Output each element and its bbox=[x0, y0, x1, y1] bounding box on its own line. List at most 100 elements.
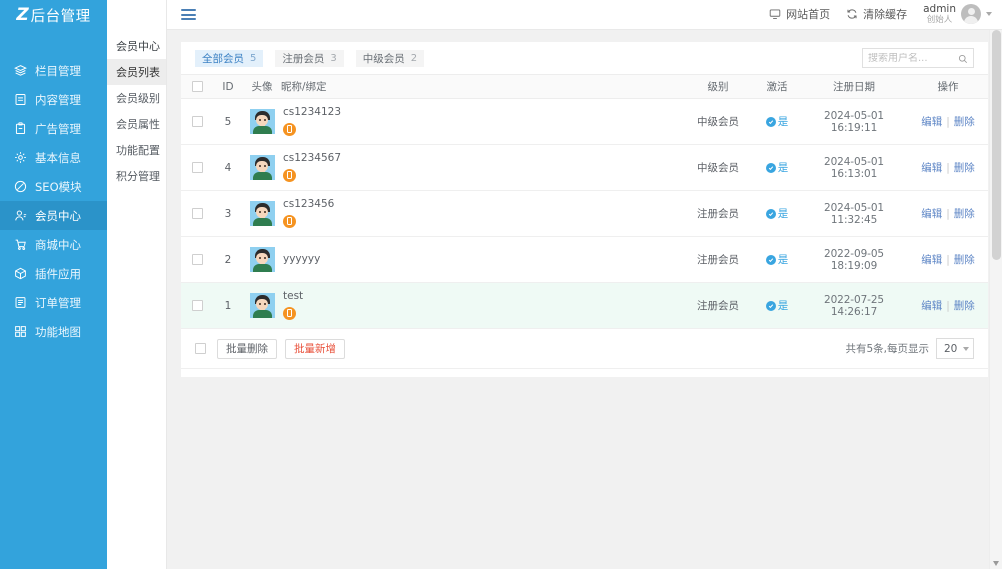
list-icon bbox=[14, 296, 27, 309]
cart-icon bbox=[14, 238, 27, 251]
user-icon bbox=[14, 209, 27, 222]
row-name-cell: cs1234123 bbox=[281, 99, 682, 145]
row-active-label: 是 bbox=[778, 114, 789, 129]
row-select-cell bbox=[181, 283, 213, 329]
row-checkbox[interactable] bbox=[192, 116, 203, 127]
operation-separator: | bbox=[946, 208, 950, 220]
sidebar-item-seo[interactable]: SEO模块 bbox=[0, 172, 107, 201]
site-home-link[interactable]: 网站首页 bbox=[769, 6, 830, 22]
sidebar-item-content[interactable]: 内容管理 bbox=[0, 85, 107, 114]
table-row: 2 yyyyyy 注册会员 是 bbox=[181, 237, 988, 283]
sidebar-item-plugins[interactable]: 插件应用 bbox=[0, 259, 107, 288]
row-name-cell: test bbox=[281, 283, 682, 329]
footer-select-all-checkbox[interactable] bbox=[195, 343, 206, 354]
table-row: 1 test 注册会员 bbox=[181, 283, 988, 329]
row-level: 注册会员 bbox=[682, 191, 754, 237]
user-menu[interactable]: admin 创始人 bbox=[923, 4, 992, 25]
tab-all-members[interactable]: 全部会员 5 bbox=[195, 50, 263, 67]
search-icon[interactable] bbox=[958, 49, 968, 68]
row-checkbox[interactable] bbox=[192, 254, 203, 265]
batch-delete-button[interactable]: 批量删除 bbox=[217, 339, 277, 359]
delete-link[interactable]: 删除 bbox=[954, 116, 975, 128]
row-select-cell bbox=[181, 191, 213, 237]
scroll-down-arrow-icon[interactable] bbox=[993, 561, 999, 566]
brand-logo[interactable]: Z 后台管理 bbox=[0, 0, 107, 30]
submenu-item-points-management[interactable]: 积分管理 bbox=[107, 163, 166, 189]
submenu-item-member-attributes[interactable]: 会员属性 bbox=[107, 111, 166, 137]
top-bar-actions: 网站首页 清除缓存 admin 创始人 bbox=[769, 4, 992, 25]
row-username: test bbox=[283, 290, 682, 303]
sidebar-item-label: 功能地图 bbox=[35, 324, 81, 340]
clear-cache-button[interactable]: 清除缓存 bbox=[846, 6, 907, 22]
row-active-label: 是 bbox=[778, 206, 789, 221]
row-checkbox[interactable] bbox=[192, 208, 203, 219]
table-row: 5 cs1234123 中级会员 bbox=[181, 99, 988, 145]
members-table: ID 头像 昵称/绑定 级别 激活 注册日期 操作 5 bbox=[181, 74, 988, 329]
tab-intermediate-members[interactable]: 中级会员 2 bbox=[356, 50, 424, 67]
row-level: 注册会员 bbox=[682, 283, 754, 329]
row-id: 4 bbox=[213, 145, 243, 191]
row-date: 2024-05-01 16:13:01 bbox=[824, 156, 884, 180]
search-input[interactable] bbox=[868, 53, 958, 64]
cube-icon bbox=[14, 267, 27, 280]
user-avatar bbox=[250, 293, 275, 318]
submenu-item-feature-config[interactable]: 功能配置 bbox=[107, 137, 166, 163]
sidebar-item-shop[interactable]: 商城中心 bbox=[0, 230, 107, 259]
table-head: ID 头像 昵称/绑定 级别 激活 注册日期 操作 bbox=[181, 75, 988, 99]
edit-link[interactable]: 编辑 bbox=[921, 116, 942, 128]
edit-link[interactable]: 编辑 bbox=[921, 300, 942, 312]
row-username: cs1234123 bbox=[283, 106, 682, 119]
table-row: 4 cs1234567 中级会员 bbox=[181, 145, 988, 191]
row-username: cs1234567 bbox=[283, 152, 682, 165]
submenu-item-member-list[interactable]: 会员列表 bbox=[107, 59, 166, 85]
tab-label: 中级会员 bbox=[363, 51, 405, 66]
tab-registered-members[interactable]: 注册会员 3 bbox=[275, 50, 343, 67]
header-id: ID bbox=[213, 75, 243, 99]
sidebar-item-columns[interactable]: 栏目管理 bbox=[0, 56, 107, 85]
vertical-scrollbar[interactable] bbox=[989, 30, 1002, 569]
delete-link[interactable]: 删除 bbox=[954, 300, 975, 312]
batch-add-button[interactable]: 批量新增 bbox=[285, 339, 345, 359]
scrollbar-thumb[interactable] bbox=[992, 30, 1001, 260]
sidebar-item-orders[interactable]: 订单管理 bbox=[0, 288, 107, 317]
search-box[interactable] bbox=[862, 48, 974, 68]
sidebar-item-ads[interactable]: 广告管理 bbox=[0, 114, 107, 143]
row-id: 3 bbox=[213, 191, 243, 237]
delete-link[interactable]: 删除 bbox=[954, 254, 975, 266]
row-avatar-cell bbox=[243, 99, 281, 145]
user-avatar bbox=[250, 247, 275, 272]
header-operations: 操作 bbox=[908, 75, 988, 99]
main-area: 网站首页 清除缓存 admin 创始人 bbox=[167, 0, 1002, 569]
tag-icon bbox=[14, 180, 27, 193]
content-area: 全部会员 5 注册会员 3 中级会员 2 bbox=[167, 30, 1002, 569]
check-icon bbox=[766, 163, 776, 173]
row-checkbox[interactable] bbox=[192, 300, 203, 311]
submenu-item-member-level[interactable]: 会员级别 bbox=[107, 85, 166, 111]
edit-link[interactable]: 编辑 bbox=[921, 254, 942, 266]
row-avatar-cell bbox=[243, 191, 281, 237]
top-bar: 网站首页 清除缓存 admin 创始人 bbox=[167, 0, 1002, 30]
sidebar-item-label: 会员中心 bbox=[35, 208, 81, 224]
hamburger-icon[interactable] bbox=[181, 9, 196, 20]
row-avatar-cell bbox=[243, 145, 281, 191]
row-checkbox[interactable] bbox=[192, 162, 203, 173]
grid-icon bbox=[14, 325, 27, 338]
select-all-checkbox[interactable] bbox=[192, 81, 203, 92]
edit-link[interactable]: 编辑 bbox=[921, 162, 942, 174]
chevron-down-icon[interactable] bbox=[986, 12, 992, 16]
page-size-select[interactable]: 20 bbox=[936, 338, 974, 359]
page-size-value: 20 bbox=[944, 343, 957, 355]
tab-count: 5 bbox=[250, 53, 256, 64]
edit-link[interactable]: 编辑 bbox=[921, 208, 942, 220]
row-active-cell: 是 bbox=[754, 237, 800, 283]
table-body: 5 cs1234123 中级会员 bbox=[181, 99, 988, 329]
header-active: 激活 bbox=[754, 75, 800, 99]
sidebar-item-label: 插件应用 bbox=[35, 266, 81, 282]
sidebar-item-members[interactable]: 会员中心 bbox=[0, 201, 107, 230]
delete-link[interactable]: 删除 bbox=[954, 162, 975, 174]
sidebar-item-basic-info[interactable]: 基本信息 bbox=[0, 143, 107, 172]
sidebar-item-function-map[interactable]: 功能地图 bbox=[0, 317, 107, 346]
row-username: yyyyyy bbox=[283, 253, 682, 266]
delete-link[interactable]: 删除 bbox=[954, 208, 975, 220]
header-select-all bbox=[181, 75, 213, 99]
